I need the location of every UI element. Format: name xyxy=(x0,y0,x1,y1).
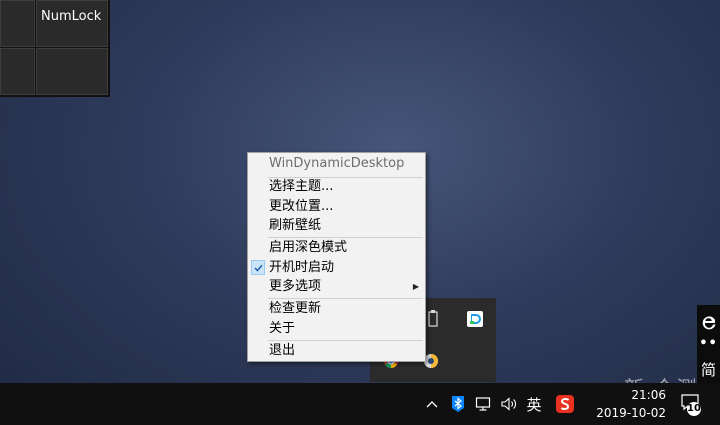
clock-time: 21:06 xyxy=(631,388,666,402)
menu-item-more-options[interactable]: 更多选项 ▶ xyxy=(248,277,425,297)
menu-item-check-updates[interactable]: 检查更新 xyxy=(248,299,425,319)
ime-mode[interactable]: 简 xyxy=(697,359,720,380)
menu-item-label: 关于 xyxy=(269,321,296,336)
clock-date: 2019-10-02 xyxy=(596,406,666,420)
menu-item-select-theme[interactable]: 选择主题... xyxy=(248,177,425,197)
bluetooth-icon[interactable] xyxy=(448,393,468,415)
menu-item-about[interactable]: 关于 xyxy=(248,319,425,339)
menu-item-dark-mode[interactable]: 启用深色模式 xyxy=(248,238,425,258)
ime-dots: •• xyxy=(699,336,718,351)
volume-icon[interactable] xyxy=(499,393,519,415)
menu-item-label: 退出 xyxy=(269,343,296,358)
chevron-right-icon: ▶ xyxy=(412,282,419,291)
input-language-indicator[interactable]: 英 xyxy=(523,393,545,415)
checkmark-icon xyxy=(251,260,265,275)
numlock-key-label: NumLock xyxy=(41,9,102,24)
menu-item-label: 更改位置... xyxy=(269,199,334,214)
numlock-key[interactable]: NumLock xyxy=(36,0,108,47)
sogou-ime-icon[interactable] xyxy=(553,393,577,415)
menu-item-label: 更多选项 xyxy=(269,279,322,294)
taskbar-clock[interactable]: 21:06 2019-10-02 xyxy=(582,386,666,422)
context-menu: WinDynamicDesktop 选择主题... 更改位置... 刷新壁纸 启… xyxy=(247,152,426,362)
menu-item-label: 开机时启动 xyxy=(269,260,335,275)
keyboard-key[interactable] xyxy=(0,48,35,95)
menu-item-start-on-boot[interactable]: 开机时启动 xyxy=(248,258,425,278)
menu-item-label: 检查更新 xyxy=(269,301,322,316)
notification-count-badge: 10 xyxy=(687,402,701,416)
taskbar: 英 21:06 2019-10-02 10 xyxy=(0,383,720,425)
keyboard-key[interactable] xyxy=(36,48,108,95)
edge-icon[interactable] xyxy=(697,309,720,335)
dingtalk-icon[interactable] xyxy=(464,308,486,330)
menu-item-refresh-wallpaper[interactable]: 刷新壁纸 xyxy=(248,216,425,236)
menu-title: WinDynamicDesktop xyxy=(269,156,405,171)
keyboard-key[interactable] xyxy=(0,0,35,47)
chevron-up-icon[interactable] xyxy=(424,393,440,415)
menu-item-label: 选择主题... xyxy=(269,179,334,194)
ime-widget[interactable]: •• 简 xyxy=(697,305,720,383)
menu-item-exit[interactable]: 退出 xyxy=(248,341,425,361)
menu-item-change-location[interactable]: 更改位置... xyxy=(248,197,425,217)
network-icon[interactable] xyxy=(474,393,494,415)
menu-item-label: 刷新壁纸 xyxy=(269,218,322,233)
menu-item-label: 启用深色模式 xyxy=(269,240,348,255)
action-center-button[interactable]: 10 xyxy=(680,393,706,417)
desktop-background: NumLock •• 简 WinDynamicDesktop 选择主题... 更… xyxy=(0,0,720,400)
on-screen-keyboard: NumLock xyxy=(0,0,110,97)
